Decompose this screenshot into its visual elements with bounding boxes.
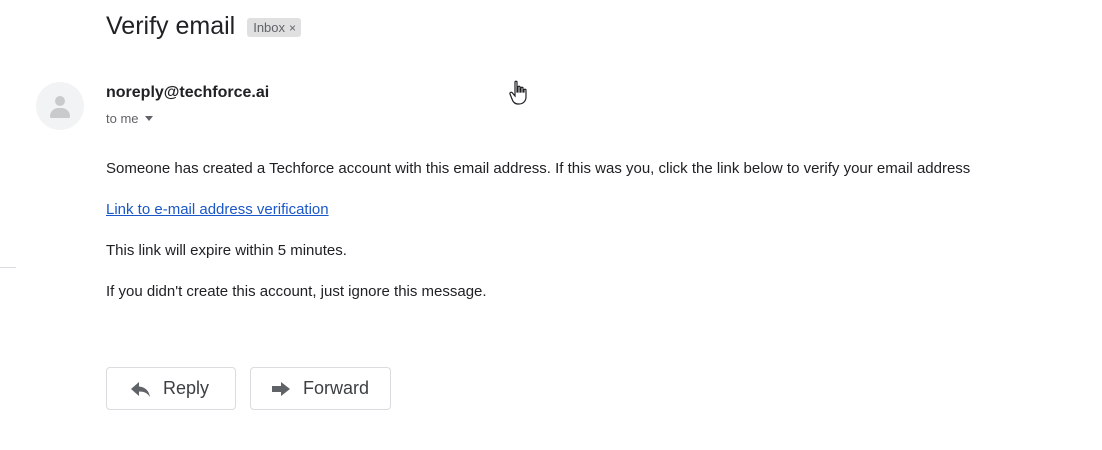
reply-arrow-icon bbox=[129, 377, 153, 401]
divider bbox=[0, 267, 16, 268]
verification-link[interactable]: Link to e-mail address verification bbox=[106, 201, 329, 218]
forward-button[interactable]: Forward bbox=[250, 367, 391, 410]
forward-label: Forward bbox=[303, 378, 370, 398]
body-paragraph: If you didn't create this account, just … bbox=[106, 283, 487, 300]
person-icon-body bbox=[50, 108, 70, 118]
email-view: Verify email Inbox × noreply@techforce.a… bbox=[0, 0, 1102, 450]
hand-cursor-icon bbox=[508, 80, 530, 112]
body-paragraph: This link will expire within 5 minutes. bbox=[106, 242, 347, 259]
recipient-details[interactable]: to me bbox=[106, 111, 153, 126]
sender-address[interactable]: noreply@techforce.ai bbox=[106, 84, 269, 102]
body-paragraph: Someone has created a Techforce account … bbox=[106, 160, 971, 177]
label-text: Inbox bbox=[253, 20, 286, 35]
email-subject: Verify email bbox=[106, 12, 236, 40]
person-icon-head bbox=[55, 96, 65, 106]
subject-row: Verify email Inbox × bbox=[106, 12, 302, 41]
chevron-down-icon[interactable] bbox=[144, 116, 153, 121]
remove-label-icon[interactable]: × bbox=[289, 21, 296, 35]
inbox-label-chip[interactable]: Inbox × bbox=[247, 18, 302, 37]
recipient-label: to me bbox=[106, 111, 139, 126]
forward-arrow-icon bbox=[269, 377, 293, 401]
reply-button[interactable]: Reply bbox=[106, 367, 236, 410]
reply-label: Reply bbox=[163, 378, 210, 398]
sender-avatar bbox=[36, 82, 84, 130]
